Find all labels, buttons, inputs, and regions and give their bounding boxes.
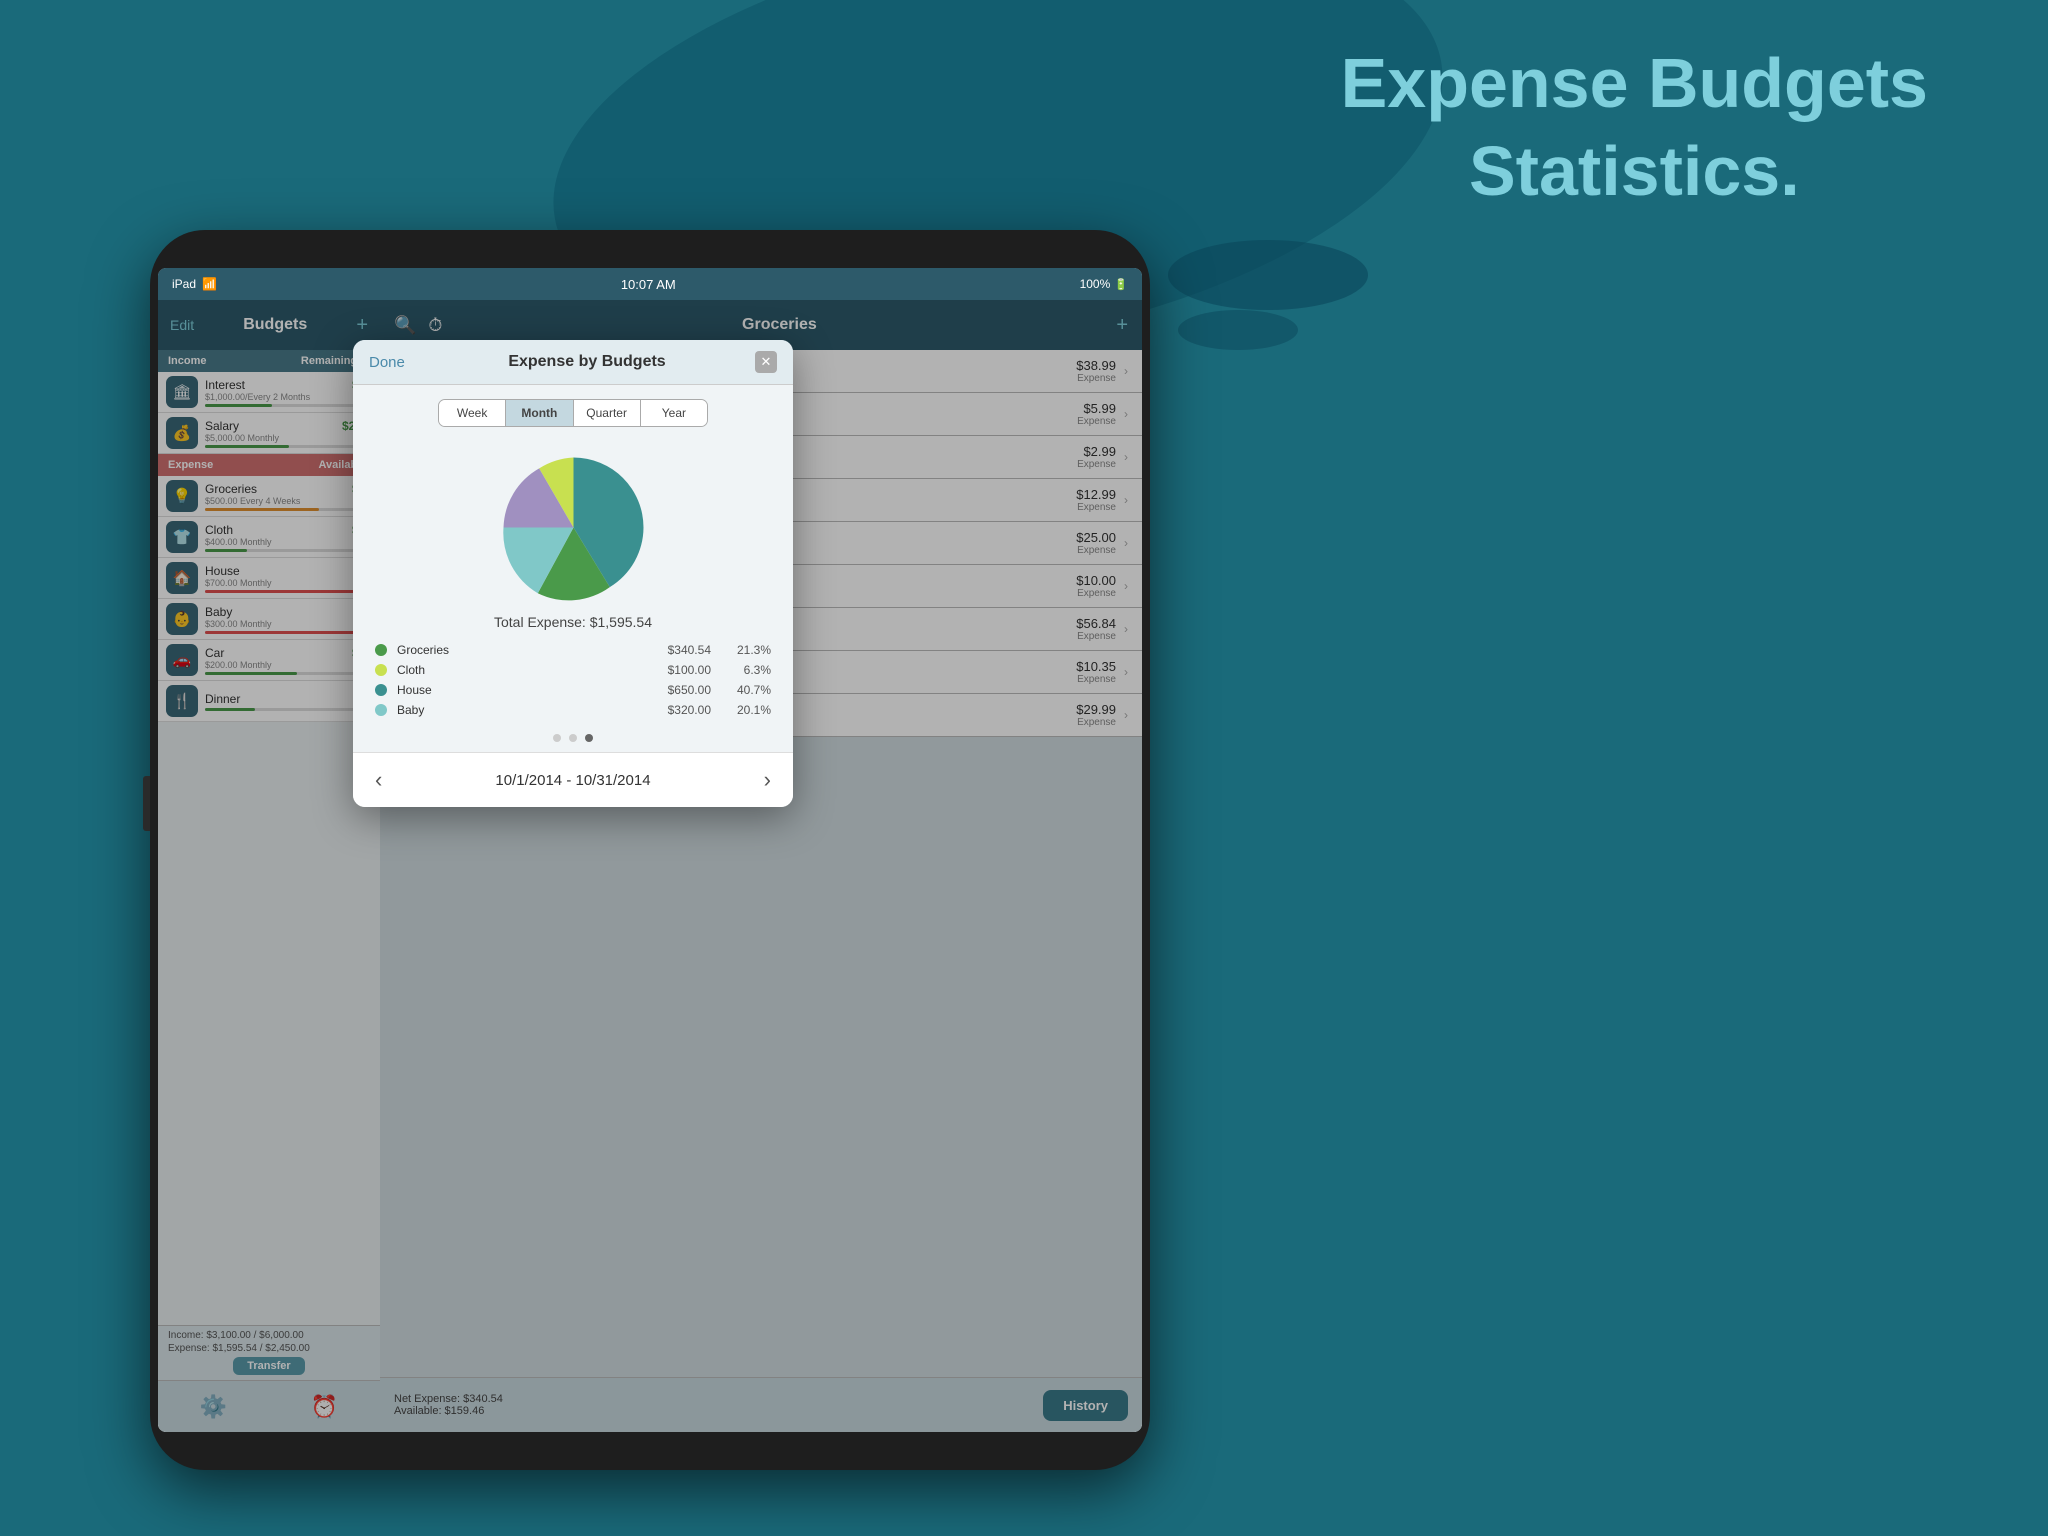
blob-2 — [1168, 240, 1368, 310]
legend-house-name: House — [397, 683, 668, 697]
chart-total: Total Expense: $1,595.54 — [353, 614, 793, 630]
legend-cloth: Cloth $100.00 6.3% — [375, 660, 771, 680]
segment-quarter[interactable]: Quarter — [574, 400, 641, 426]
legend-baby: Baby $320.00 20.1% — [375, 700, 771, 720]
ipad-side-button[interactable] — [143, 776, 150, 831]
device-label: iPad — [172, 277, 196, 291]
pie-chart — [491, 445, 656, 610]
legend: Groceries $340.54 21.3% Cloth $100.00 6.… — [353, 640, 793, 728]
prev-date-button[interactable]: ‹ — [375, 767, 382, 793]
segment-week[interactable]: Week — [439, 400, 506, 426]
status-bar: iPad 📶 10:07 AM 100% 🔋 — [158, 268, 1142, 300]
blob-3 — [1178, 310, 1298, 350]
segment-year[interactable]: Year — [641, 400, 707, 426]
battery-icon: 🔋 — [1114, 278, 1128, 291]
legend-groceries-name: Groceries — [397, 643, 668, 657]
pagination-dots — [353, 728, 793, 752]
status-left: iPad 📶 — [172, 277, 217, 291]
date-range: 10/1/2014 - 10/31/2014 — [495, 772, 650, 789]
modal-header: Done Expense by Budgets ✕ — [353, 340, 793, 385]
ipad-screen: iPad 📶 10:07 AM 100% 🔋 Edit Budgets + — [158, 268, 1142, 1432]
modal-title: Expense by Budgets — [508, 353, 665, 371]
modal-close-button[interactable]: ✕ — [755, 351, 777, 373]
legend-groceries: Groceries $340.54 21.3% — [375, 640, 771, 660]
next-date-button[interactable]: › — [764, 767, 771, 793]
segment-month[interactable]: Month — [506, 400, 573, 426]
legend-baby-pct: 20.1% — [731, 703, 771, 717]
modal-overlay: Done Expense by Budgets ✕ Week Month Qua… — [158, 300, 1142, 1432]
legend-house-amount: $650.00 — [668, 683, 711, 697]
wifi-icon: 📶 — [202, 277, 217, 291]
legend-cloth-pct: 6.3% — [731, 663, 771, 677]
modal-done-button[interactable]: Done — [369, 354, 419, 371]
dot-3[interactable] — [585, 734, 593, 742]
ipad-device: iPad 📶 10:07 AM 100% 🔋 Edit Budgets + — [150, 230, 1150, 1470]
legend-baby-name: Baby — [397, 703, 668, 717]
date-navigation: ‹ 10/1/2014 - 10/31/2014 › — [353, 752, 793, 807]
status-time: 10:07 AM — [621, 277, 676, 292]
legend-groceries-amount: $340.54 — [668, 643, 711, 657]
legend-cloth-name: Cloth — [397, 663, 668, 677]
legend-groceries-pct: 21.3% — [731, 643, 771, 657]
app-title: Expense Budgets Statistics. — [1341, 40, 1928, 215]
legend-baby-amount: $320.00 — [668, 703, 711, 717]
legend-house-pct: 40.7% — [731, 683, 771, 697]
modal-dialog: Done Expense by Budgets ✕ Week Month Qua… — [353, 340, 793, 807]
battery-label: 100% — [1080, 277, 1111, 291]
dot-1[interactable] — [553, 734, 561, 742]
chart-area — [353, 435, 793, 614]
status-right: 100% 🔋 — [1080, 277, 1128, 291]
legend-house: House $650.00 40.7% — [375, 680, 771, 700]
dot-2[interactable] — [569, 734, 577, 742]
legend-cloth-amount: $100.00 — [668, 663, 711, 677]
segment-control: Week Month Quarter Year — [438, 399, 708, 427]
